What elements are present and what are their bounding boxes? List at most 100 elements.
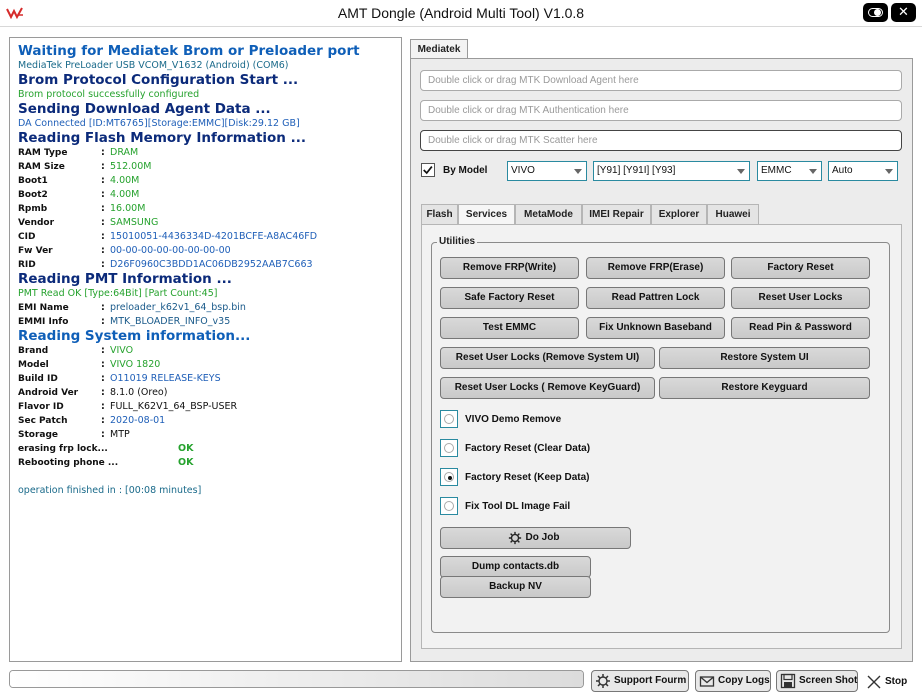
log-value: D26F0960C3BDD1AC06DB2952AAB7C663 [110,259,313,270]
storage-select-value: EMMC [761,165,792,176]
log-value: OK [178,443,194,454]
factory-keep-radio[interactable] [440,468,458,486]
log-key: Fw Ver [18,246,53,256]
read-pattern-lock-button[interactable]: Read Pattren Lock [586,287,725,309]
radio-circle-icon [444,414,454,424]
log-kv-row: Fw Ver:00-00-00-00-00-00-00-00 [18,244,401,258]
stop-label: Stop [885,676,908,687]
theme-toggle-button[interactable] [863,3,888,22]
log-value: 2020-08-01 [110,415,166,426]
model-select[interactable]: [Y91] [Y91I] [Y93] [593,161,750,181]
factory-reset-button[interactable]: Factory Reset [731,257,870,279]
radio-dot-icon [448,476,452,480]
stop-button[interactable]: Stop [865,672,913,692]
by-model-checkbox[interactable] [421,163,435,177]
support-forum-label: Support Fourm [614,675,687,686]
log-key: Boot2 [18,190,48,200]
remove-frp-write-button[interactable]: Remove FRP(Write) [440,257,579,279]
log-kv-row: Build ID: O11019 RELEASE-KEYS [18,372,401,386]
authentication-field[interactable]: Double click or drag MTK Authentication … [420,100,902,121]
tab-huawei[interactable]: Huawei [707,204,759,225]
safe-factory-reset-button[interactable]: Safe Factory Reset [440,287,579,309]
log-separator: : [101,302,105,313]
log-key: CID [18,232,36,242]
log-value: O11019 RELEASE-KEYS [110,373,221,384]
log-key: Android Ver [18,388,79,398]
tab-explorer[interactable]: Explorer [651,204,707,225]
restore-keyguard-button[interactable]: Restore Keyguard [659,377,870,399]
log-value: DRAM [110,147,139,158]
log-separator: : [101,387,105,398]
factory-clear-radio[interactable] [440,439,458,457]
log-separator: : [101,175,105,186]
log-value: 15010051-4436334D-4201BCFE-A8AC46FD [110,231,318,242]
log-separator: : [101,401,105,412]
log-panel[interactable]: Waiting for Mediatek Brom or Preloader p… [9,37,402,662]
remove-frp-erase-button[interactable]: Remove FRP(Erase) [586,257,725,279]
log-separator: : [101,245,105,256]
log-kv-row: Boot2:4.00M [18,188,401,202]
scatter-field[interactable]: Double click or drag MTK Scatter here [420,130,902,151]
download-agent-field[interactable]: Double click or drag MTK Download Agent … [420,70,902,91]
log-key: erasing frp lock... [18,444,108,454]
tab-metamode[interactable]: MetaMode [515,204,582,225]
save-icon [780,673,796,689]
log-line: MediaTek PreLoader USB VCOM_V1632 (Andro… [18,60,289,71]
log-key: Model [18,360,49,370]
progress-bar [9,670,584,688]
window-title: AMT Dongle (Android Multi Tool) V1.0.8 [337,5,585,21]
log-kv-row: Model: VIVO 1820 [18,358,401,372]
fix-unknown-baseband-button[interactable]: Fix Unknown Baseband [586,317,725,339]
log-kv-row: Boot1:4.00M [18,174,401,188]
log-key: RAM Size [18,162,65,172]
chevron-down-icon [885,169,893,174]
brand-select-value: VIVO [511,165,535,176]
reset-user-locks-button[interactable]: Reset User Locks [731,287,870,309]
log-heading: Reading PMT Information ... [18,271,232,287]
copy-logs-label: Copy Logs [718,675,770,686]
log-separator: : [101,429,105,440]
chevron-down-icon [574,169,582,174]
factory-keep-label: Factory Reset (Keep Data) [465,472,590,483]
log-spacer [18,470,401,484]
log-kv-row: EMI Name: preloader_k62v1_64_bsp.bin [18,301,401,315]
reset-user-locks-keyguard-button[interactable]: Reset User Locks ( Remove KeyGuard) [440,377,655,399]
log-heading: Reading System information... [18,328,251,344]
restore-system-ui-button[interactable]: Restore System UI [659,347,870,369]
chevron-down-icon [737,169,745,174]
support-forum-button[interactable]: Support Fourm [591,670,689,692]
tab-mediatek[interactable]: Mediatek [410,39,468,59]
fix-dl-image-radio[interactable] [440,497,458,515]
log-kv-row: Flavor ID: FULL_K62V1_64_BSP-USER [18,400,401,414]
close-button[interactable]: ✕ [891,3,916,22]
storage-select[interactable]: EMMC [757,161,822,181]
close-icon [867,675,881,689]
log-value: FULL_K62V1_64_BSP-USER [110,401,238,412]
vivo-demo-label: VIVO Demo Remove [465,414,562,425]
log-kv-row: Sec Patch:2020-08-01 [18,414,401,428]
log-value: 4.00M [110,189,140,200]
reset-user-locks-systemui-button[interactable]: Reset User Locks (Remove System UI) [440,347,655,369]
screenshot-button[interactable]: Screen Shot [776,670,858,692]
progress-fill [10,671,583,687]
backup-nv-button[interactable]: Backup NV [440,576,591,598]
log-separator: : [101,203,105,214]
log-key: EMMI Info [18,317,69,327]
brand-select[interactable]: VIVO [507,161,587,181]
log-value: OK [178,457,194,468]
do-job-button[interactable]: Do Job [440,527,631,549]
mode-select[interactable]: Auto [828,161,898,181]
radio-circle-icon [444,501,454,511]
log-value: 8.1.0 (Oreo) [110,387,168,398]
envelope-icon [699,676,715,687]
read-pin-password-button[interactable]: Read Pin & Password [731,317,870,339]
copy-logs-button[interactable]: Copy Logs [695,670,771,692]
tab-imei-repair[interactable]: IMEI Repair [582,204,651,225]
tab-services[interactable]: Services [458,204,515,226]
test-emmc-button[interactable]: Test EMMC [440,317,579,339]
dump-contacts-button[interactable]: Dump contacts.db [440,556,591,578]
utilities-label: Utilities [437,236,478,247]
vivo-demo-radio[interactable] [440,410,458,428]
tab-flash[interactable]: Flash [421,204,458,225]
log-separator: : [101,359,105,370]
